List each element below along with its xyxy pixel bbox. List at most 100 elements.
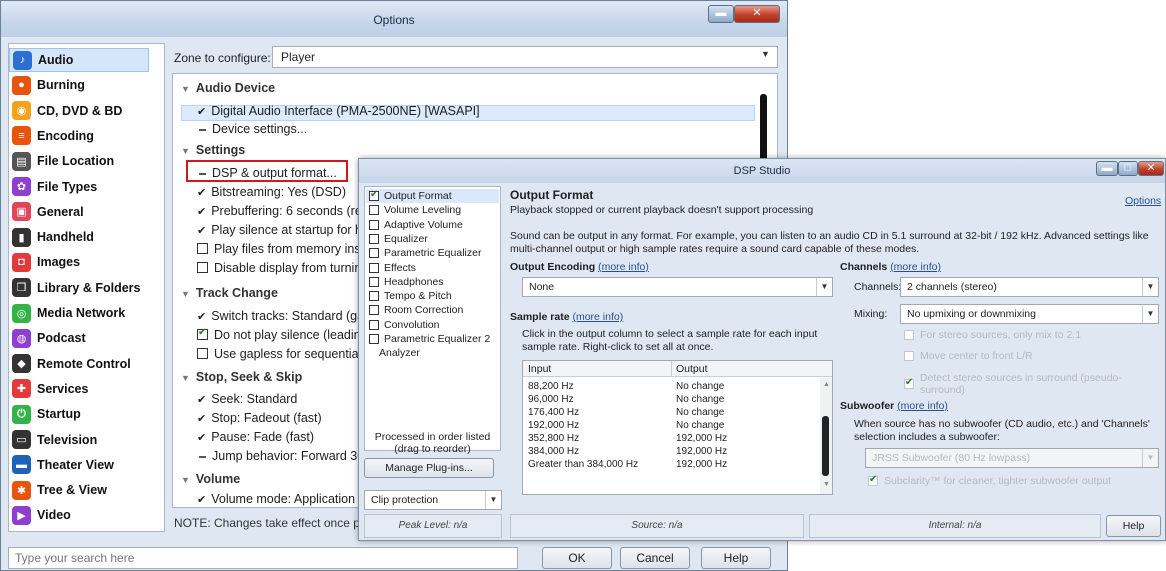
checkbox[interactable] <box>369 205 379 216</box>
subwoofer-select[interactable]: JRSS Subwoofer (80 Hz lowpass) ▼ <box>865 448 1159 468</box>
channels-more-info[interactable]: (more info) <box>890 261 941 273</box>
checkbox[interactable] <box>369 233 379 244</box>
manage-plugins-button[interactable]: Manage Plug-ins... <box>364 458 494 478</box>
checkbox[interactable] <box>904 330 914 340</box>
plugin-item[interactable]: Headphones <box>369 276 444 288</box>
output-cell[interactable]: No change <box>673 419 813 432</box>
checkbox-checked[interactable] <box>197 327 208 340</box>
output-cell[interactable]: No change <box>673 406 813 419</box>
sidebar-item-file-location[interactable]: ▤ File Location <box>9 149 149 173</box>
plugin-item[interactable]: Analyzer <box>379 347 420 359</box>
volume-mode-item[interactable]: ✔ Volume mode: Application V <box>197 492 367 506</box>
cancel-button[interactable]: Cancel <box>620 547 690 569</box>
output-encoding-select[interactable]: None ▼ <box>522 277 833 297</box>
move-center-option[interactable]: Move center to front L/R <box>904 350 1033 362</box>
sidebar-item-startup[interactable]: ⏻ Startup <box>9 402 149 426</box>
sidebar-item-theater-view[interactable]: ▬ Theater View <box>9 453 149 477</box>
checkbox-checked[interactable] <box>369 189 379 201</box>
table-row[interactable]: 88,200 Hz No change <box>525 380 813 393</box>
sidebar-item-services[interactable]: ✚ Services <box>9 377 149 401</box>
zone-select[interactable]: Player ▼ <box>272 46 778 68</box>
switch-tracks-item[interactable]: ✔ Switch tracks: Standard (gap <box>197 309 371 323</box>
ok-button[interactable]: OK <box>542 547 612 569</box>
table-row[interactable]: 352,800 Hz 192,000 Hz <box>525 432 813 445</box>
plugin-item[interactable]: Equalizer <box>369 233 428 245</box>
subwoofer-more-info[interactable]: (more info) <box>897 400 948 412</box>
prebuffering-item[interactable]: ✔ Prebuffering: 6 seconds (reco <box>197 204 375 218</box>
sidebar-item-cd-dvd-bd[interactable]: ◉ CD, DVD & BD <box>9 99 149 123</box>
table-row[interactable]: 176,400 Hz No change <box>525 406 813 419</box>
stop-item[interactable]: ✔ Stop: Fadeout (fast) <box>197 411 322 425</box>
disable-display-item[interactable]: Disable display from turning <box>197 261 368 275</box>
sidebar-item-general[interactable]: ▣ General <box>9 200 149 224</box>
pause-item[interactable]: ✔ Pause: Fade (fast) <box>197 430 314 444</box>
stop-seek-skip-header[interactable]: ▼ Stop, Seek & Skip <box>181 370 302 384</box>
do-not-play-silence-item[interactable]: Do not play silence (leading <box>197 327 368 342</box>
close-button[interactable]: ✕ <box>1138 161 1164 176</box>
checkbox[interactable] <box>369 291 379 302</box>
use-gapless-item[interactable]: Use gapless for sequential all <box>197 347 377 361</box>
checkbox[interactable] <box>197 348 208 359</box>
checkbox[interactable] <box>197 243 208 254</box>
sidebar-item-encoding[interactable]: ≡ Encoding <box>9 124 149 148</box>
table-row[interactable]: Greater than 384,000 Hz 192,000 Hz <box>525 458 813 471</box>
sidebar-item-media-network[interactable]: ◎ Media Network <box>9 301 149 325</box>
help-button[interactable]: Help <box>701 547 771 569</box>
plugin-item[interactable]: Effects <box>369 262 416 274</box>
plugin-item[interactable]: Parametric Equalizer 2 <box>369 333 490 345</box>
audio-device-header[interactable]: ▼ Audio Device <box>181 81 275 95</box>
jump-behavior-item[interactable]: Jump behavior: Forward 30 s <box>199 449 374 463</box>
options-link[interactable]: Options <box>1125 195 1161 207</box>
detect-stereo-option[interactable]: Detect stereo sources in surround (pseud… <box>904 372 1165 396</box>
plugin-item[interactable]: Adaptive Volume <box>369 219 463 231</box>
mixing-select[interactable]: No upmixing or downmixing ▼ <box>900 304 1159 324</box>
dsp-help-button[interactable]: Help <box>1106 515 1161 537</box>
minimize-button[interactable]: ▬ <box>1096 161 1118 176</box>
minimize-button[interactable]: ▬ <box>708 5 734 23</box>
scroll-down-icon[interactable]: ▼ <box>823 481 830 488</box>
checkbox-checked[interactable] <box>868 474 878 486</box>
plugin-item[interactable]: Parametric Equalizer <box>369 247 481 259</box>
volume-header[interactable]: ▼ Volume <box>181 472 240 486</box>
checkbox[interactable] <box>369 319 379 330</box>
sidebar-item-audio[interactable]: ♪ Audio <box>9 48 149 72</box>
sidebar-item-handheld[interactable]: ▮ Handheld <box>9 225 149 249</box>
output-encoding-more-info[interactable]: (more info) <box>598 261 649 273</box>
close-button[interactable]: ✕ <box>734 5 780 23</box>
sidebar-item-video[interactable]: ▶ Video <box>9 503 149 527</box>
checkbox[interactable] <box>369 262 379 273</box>
sample-rate-table[interactable]: Input Output 88,200 Hz No change 96,000 Hz… <box>522 360 833 495</box>
sample-rate-more-info[interactable]: (more info) <box>572 311 623 323</box>
sidebar-item-podcast[interactable]: ◍ Podcast <box>9 326 149 350</box>
maximize-button[interactable]: □ <box>1118 161 1138 176</box>
plugin-item[interactable]: Room Correction <box>369 304 463 316</box>
play-from-memory-item[interactable]: Play files from memory inste <box>197 242 371 256</box>
checkbox-checked[interactable] <box>904 377 914 389</box>
sidebar-item-television[interactable]: ▭ Television <box>9 428 149 452</box>
sidebar-item-tree-view[interactable]: ✱ Tree & View <box>9 478 149 502</box>
checkbox[interactable] <box>369 276 379 287</box>
plugin-item[interactable]: Convolution <box>369 319 439 331</box>
scroll-thumb[interactable] <box>822 416 829 476</box>
checkbox[interactable] <box>369 248 379 259</box>
output-cell[interactable]: No change <box>673 380 813 393</box>
checkbox[interactable] <box>369 219 379 230</box>
track-change-header[interactable]: ▼ Track Change <box>181 286 278 300</box>
device-name-item[interactable]: ✔ Digital Audio Interface (PMA-2500NE) [W… <box>197 104 480 118</box>
checkbox[interactable] <box>369 305 379 316</box>
plugin-item[interactable]: Volume Leveling <box>369 204 461 216</box>
scroll-up-icon[interactable]: ▲ <box>823 381 830 388</box>
checkbox[interactable] <box>904 351 914 361</box>
checkbox[interactable] <box>369 334 379 344</box>
table-row[interactable]: 96,000 Hz No change <box>525 393 813 406</box>
checkbox[interactable] <box>197 262 208 273</box>
sidebar-item-images[interactable]: ◘ Images <box>9 250 149 274</box>
clip-protection-select[interactable]: Clip protection ▼ <box>364 490 502 510</box>
play-silence-item[interactable]: ✔ Play silence at startup for har <box>197 223 373 237</box>
sidebar-item-burning[interactable]: ● Burning <box>9 73 149 97</box>
plugin-item[interactable]: Tempo & Pitch <box>369 290 452 302</box>
seek-item[interactable]: ✔ Seek: Standard <box>197 392 297 406</box>
channels-select[interactable]: 2 channels (stereo) ▼ <box>900 277 1159 297</box>
output-cell[interactable]: 192,000 Hz <box>673 458 813 471</box>
table-row[interactable]: 192,000 Hz No change <box>525 419 813 432</box>
